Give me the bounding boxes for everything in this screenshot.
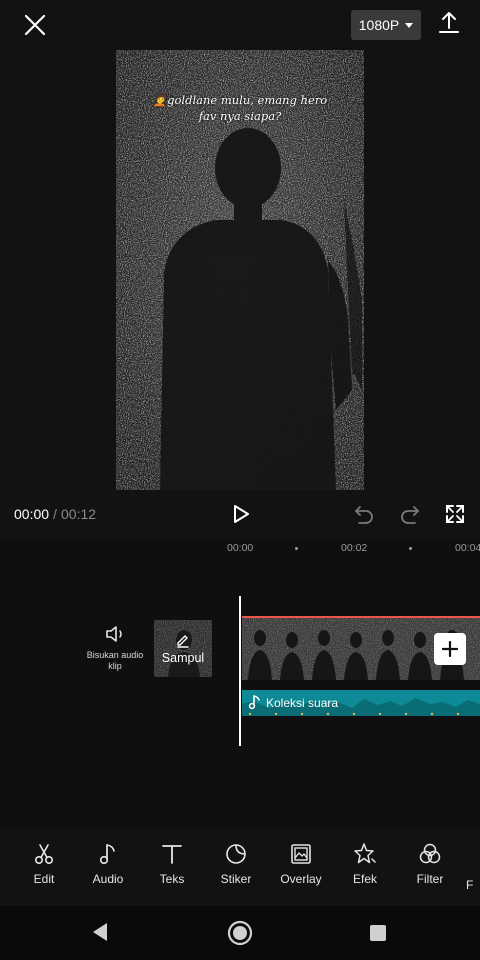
tool-label: F xyxy=(466,878,474,892)
tool-text[interactable]: Teks xyxy=(144,842,200,886)
video-caption: 🧑‍🦱goldlane mulu, emang hero fav nya sia… xyxy=(128,92,352,124)
music-note-icon xyxy=(248,695,260,710)
tool-label: Filter xyxy=(416,872,444,886)
upload-icon xyxy=(439,12,459,33)
time-separator: / xyxy=(53,506,57,522)
tool-edit[interactable]: Edit xyxy=(16,842,72,886)
filter-icon xyxy=(419,843,441,864)
export-button[interactable] xyxy=(436,10,462,36)
ruler-label: 00:04 xyxy=(455,542,480,554)
tool-label: Edit xyxy=(33,872,55,886)
plus-icon xyxy=(442,641,458,657)
tool-effects[interactable]: Efek xyxy=(337,842,393,886)
edit-pencil-icon xyxy=(177,635,189,648)
text-icon xyxy=(162,845,182,864)
scissors-icon xyxy=(34,844,54,865)
caption-line-1: goldlane mulu, emang hero xyxy=(167,93,328,107)
close-button[interactable] xyxy=(22,12,48,38)
ruler-tick xyxy=(409,547,412,550)
chevron-down-icon xyxy=(405,22,414,28)
nav-home-icon[interactable] xyxy=(226,919,254,947)
playhead[interactable] xyxy=(239,596,241,746)
bottom-toolbar: Edit Audio Teks Stiker Overlay Efek Filt… xyxy=(0,830,480,906)
tool-label: Overlay xyxy=(280,872,322,886)
nav-back-icon[interactable] xyxy=(90,921,110,943)
cover-button[interactable]: Sampul xyxy=(154,620,212,677)
undo-icon xyxy=(355,506,373,524)
ruler-tick xyxy=(295,547,298,550)
tool-label: Audio xyxy=(92,872,124,886)
tool-label: Teks xyxy=(159,872,185,886)
clip-accent-line xyxy=(242,616,480,618)
tool-filter[interactable]: Filter xyxy=(402,842,458,886)
caption-line-2: fav nya siapa? xyxy=(198,109,282,123)
tool-sticker[interactable]: Stiker xyxy=(208,842,264,886)
cover-label: Sampul xyxy=(161,651,205,665)
resolution-dropdown[interactable]: 1080P xyxy=(351,10,421,40)
play-button[interactable] xyxy=(229,502,253,526)
system-navigation-bar xyxy=(0,906,480,960)
redo-icon xyxy=(401,506,419,524)
nav-recent-icon[interactable] xyxy=(370,925,386,941)
play-icon xyxy=(234,505,249,523)
redo-button[interactable] xyxy=(398,502,422,526)
total-time: 00:12 xyxy=(61,506,97,522)
fullscreen-button[interactable] xyxy=(443,502,467,526)
current-time: 00:00 xyxy=(14,506,50,522)
mute-clip-audio-label: Bisukan audio klip xyxy=(86,650,144,671)
sticker-icon xyxy=(226,844,246,864)
add-clip-button[interactable] xyxy=(434,633,466,665)
ruler-label: 00:02 xyxy=(341,542,368,554)
audio-track-label: Koleksi suara xyxy=(266,696,339,710)
top-bar: 1080P xyxy=(0,0,480,50)
ruler-label: 00:00 xyxy=(227,542,254,554)
tool-audio[interactable]: Audio xyxy=(80,842,136,886)
timeline[interactable]: 00:00 00:02 00:04 Bisukan audio klip Sam… xyxy=(0,538,480,830)
video-preview-area: 🧑‍🦱goldlane mulu, emang hero fav nya sia… xyxy=(0,50,480,490)
close-icon xyxy=(24,14,46,36)
mute-clip-audio-button[interactable]: Bisukan audio klip xyxy=(84,624,146,684)
speaker-muted-icon xyxy=(106,626,122,642)
video-frame[interactable]: 🧑‍🦱goldlane mulu, emang hero fav nya sia… xyxy=(116,50,364,490)
undo-button[interactable] xyxy=(352,502,376,526)
resolution-label: 1080P xyxy=(358,17,400,33)
tool-overlay[interactable]: Overlay xyxy=(273,842,329,886)
tool-label: Efek xyxy=(352,872,377,886)
tool-partial[interactable]: F xyxy=(466,842,480,892)
tool-label: Stiker xyxy=(220,872,252,886)
caption-emoji: 🧑‍🦱 xyxy=(152,93,168,107)
overlay-icon xyxy=(291,844,311,864)
effects-icon xyxy=(354,843,376,864)
audio-track[interactable]: Koleksi suara xyxy=(242,690,480,716)
music-note-icon xyxy=(99,844,115,865)
playback-controls: 00:00 / 00:12 xyxy=(0,490,480,538)
fullscreen-icon xyxy=(446,505,464,523)
